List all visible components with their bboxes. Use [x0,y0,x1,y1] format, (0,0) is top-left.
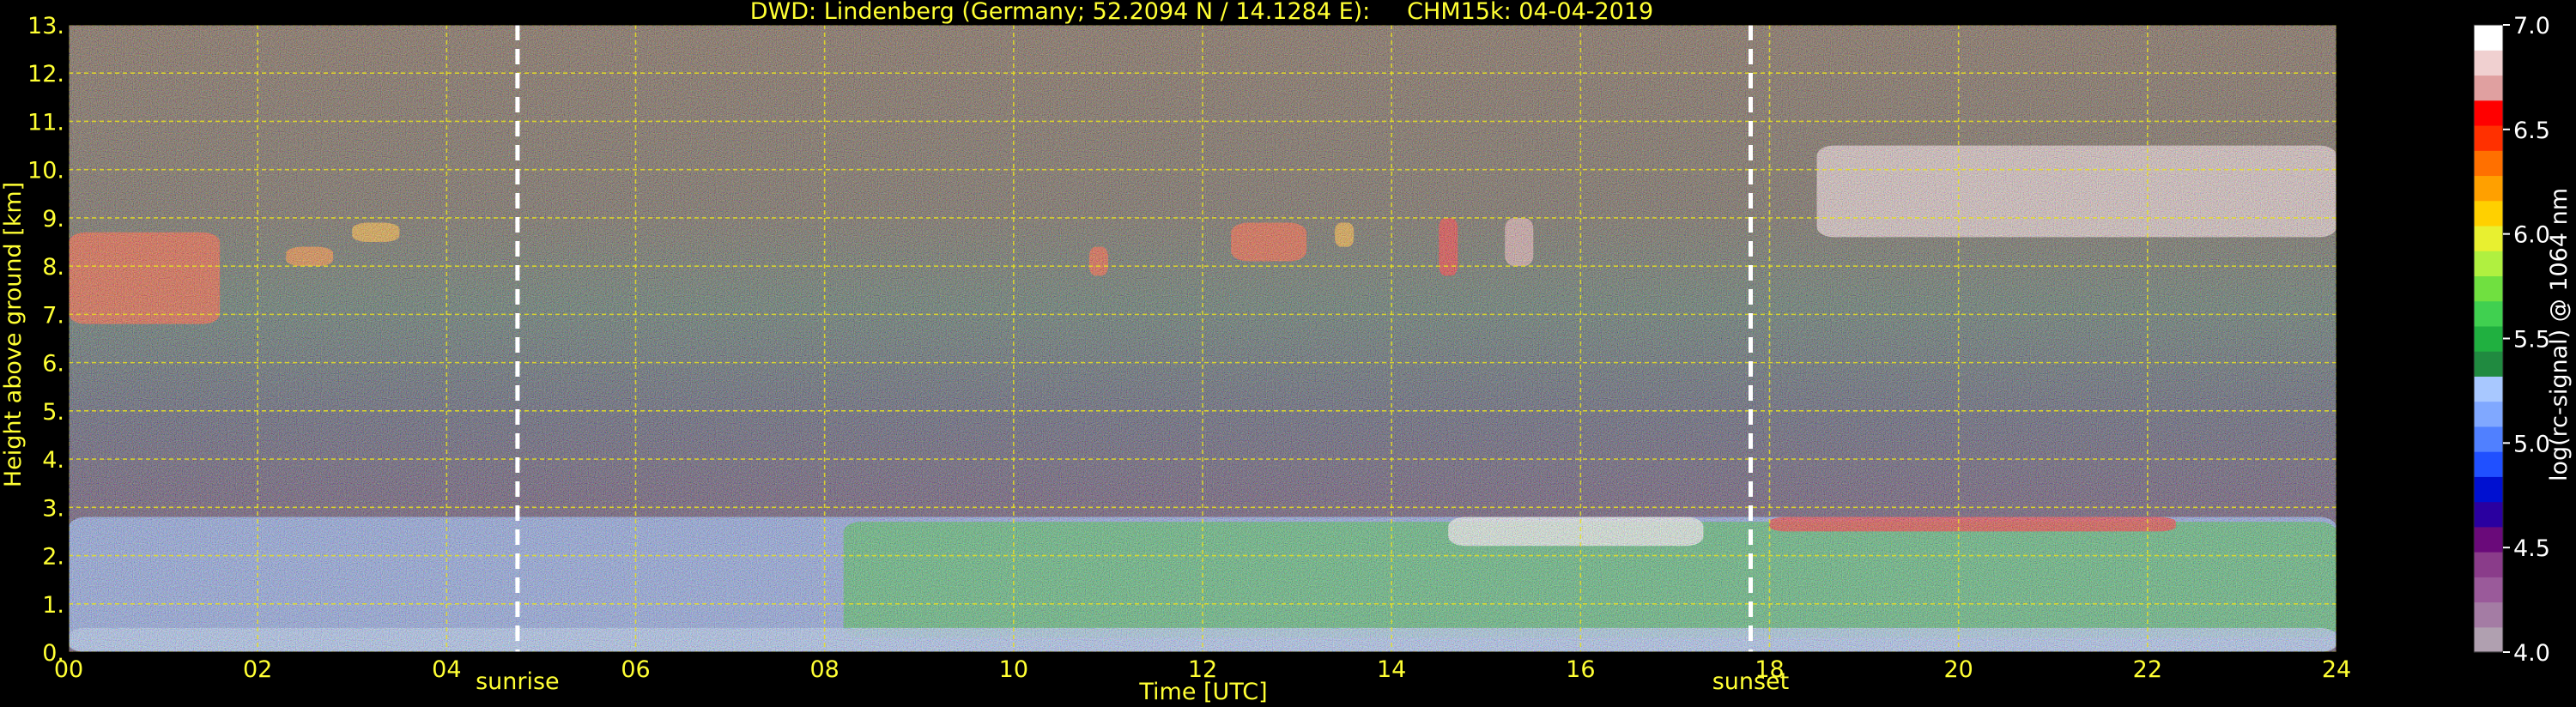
y-axis-ticks: 0. 1. 2. 3. 4. 5. 6. 7. 8. 9. 10. 11. 12. 13. [27,13,64,667]
x-axis-label: Time [UTC] [1138,679,1267,705]
colorbar-segment [2474,25,2503,51]
colorbar-segment [2474,175,2503,202]
y-tick-label: 0. [42,640,64,667]
colorbar-tick-label: 6.0 [2513,222,2550,249]
colorbar-segment [2474,451,2503,477]
colorbar-tick-label: 4.0 [2513,640,2550,667]
sunset-label: sunset [1712,668,1790,695]
x-tick-label: 24 [2322,656,2351,683]
colorbar-segment [2474,376,2503,402]
colorbar-tick-label: 7.0 [2513,13,2550,39]
y-tick-label: 4. [42,447,64,474]
colorbar-segment [2474,552,2503,577]
sunrise-label: sunrise [476,668,560,695]
x-tick-label: 08 [809,656,839,683]
colorbar-segment [2474,100,2503,126]
colorbar-segment [2474,50,2503,76]
colorbar-segment [2474,526,2503,553]
colorbar-tick-label: 6.5 [2513,118,2550,144]
y-tick-label: 13. [27,13,64,39]
x-tick-label: 16 [1566,656,1595,683]
colorbar-segment [2474,577,2503,603]
y-tick-label: 9. [42,206,64,233]
colorbar-segment [2474,626,2503,653]
colorbar-segment [2474,300,2503,327]
x-tick-label: 22 [2133,656,2162,683]
colorbar-segment [2474,251,2503,276]
colorbar-tick-label: 5.5 [2513,327,2550,354]
y-tick-label: 5. [42,399,64,426]
y-tick-label: 3. [42,495,64,522]
colorbar-label: log(rc-signal) @ 1064 nm [2546,188,2573,481]
colorbar-tick-label: 5.0 [2513,431,2550,457]
colorbar-segment [2474,601,2503,628]
x-tick-label: 02 [243,656,272,683]
y-tick-label: 8. [42,254,64,281]
lidar-quicklook: DWD: Lindenberg (Germany; 52.2094 N / 14… [0,0,2573,705]
colorbar-segment [2474,351,2503,377]
y-tick-label: 10. [27,158,64,184]
x-tick-label: 04 [432,656,461,683]
colorbar-segment [2474,401,2503,427]
chart-title: DWD: Lindenberg (Germany; 52.2094 N / 14… [750,0,1653,25]
y-axis-label: Height above ground [km] [0,182,27,487]
colorbar-segment [2474,501,2503,528]
x-tick-label: 14 [1377,656,1406,683]
colorbar-tick-label: 4.5 [2513,535,2550,562]
colorbar [2473,24,2504,653]
colorbar-segment [2474,426,2503,452]
y-tick-label: 11. [27,109,64,136]
colorbar-segment [2474,225,2503,251]
y-tick-label: 6. [42,351,64,378]
colorbar-segment [2474,124,2503,151]
x-tick-label: 20 [1943,656,1973,683]
colorbar-segment [2474,150,2503,177]
colorbar-segment [2474,200,2503,227]
plot-area [69,25,2337,652]
x-tick-label: 06 [621,656,650,683]
y-tick-label: 1. [42,592,64,619]
colorbar-segment [2474,476,2503,503]
colorbar-ticks: 4.0 4.5 5.0 5.5 6.0 6.5 7.0 [2503,13,2550,667]
y-tick-label: 2. [42,544,64,571]
y-tick-label: 12. [27,61,64,88]
colorbar-segment [2474,75,2503,101]
colorbar-segment [2474,325,2503,352]
colorbar-segment [2474,275,2503,302]
y-tick-label: 7. [42,302,64,329]
x-tick-label: 10 [999,656,1028,683]
